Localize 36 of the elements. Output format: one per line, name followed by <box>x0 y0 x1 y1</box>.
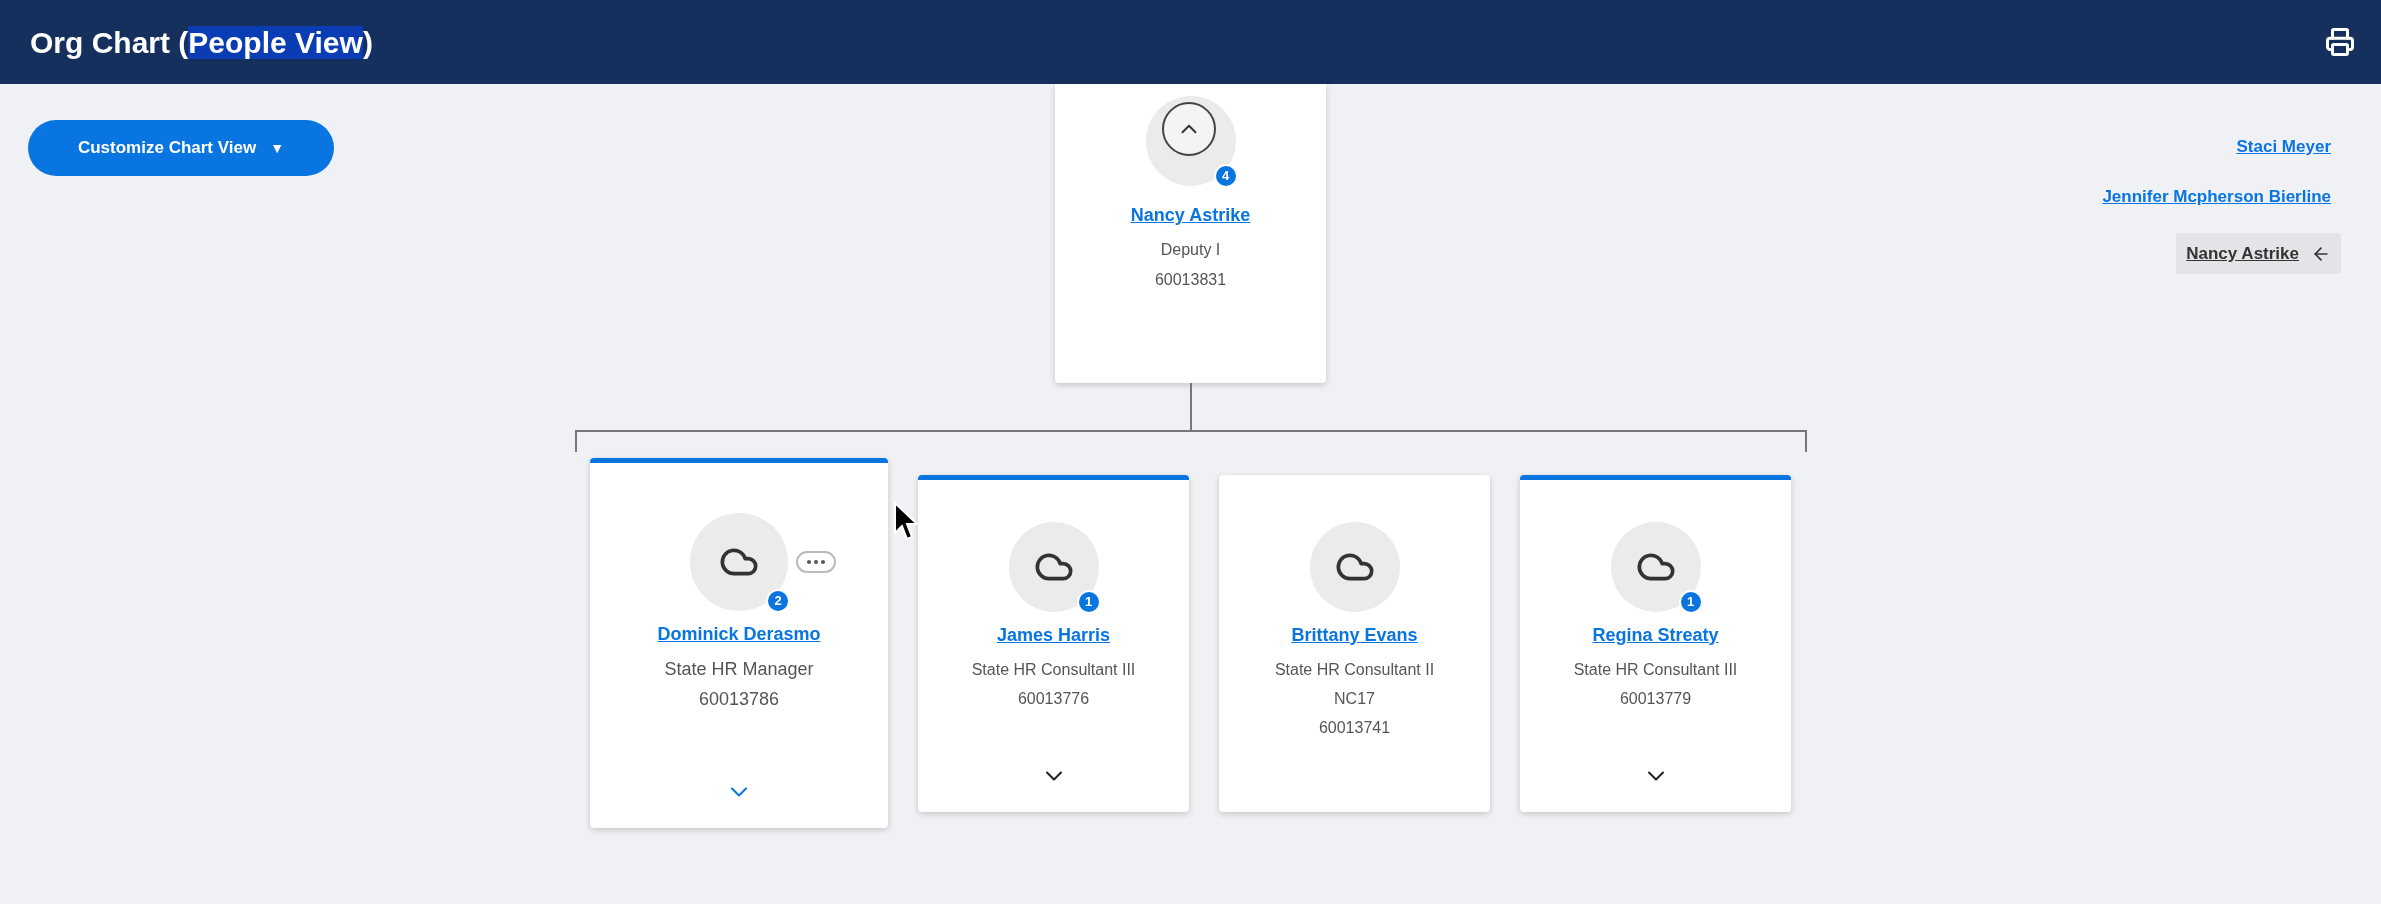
person-detail: 60013831 <box>1154 270 1227 290</box>
page-title: Org Chart (People View) <box>30 24 373 61</box>
breadcrumb-label: Nancy Astrike <box>2186 242 2299 265</box>
manager-card[interactable]: 4 Nancy Astrike Deputy I 60013831 <box>1055 84 1326 383</box>
person-detail: 60013741 <box>1318 717 1391 738</box>
person-detail: NC17 <box>1334 688 1375 709</box>
person-card[interactable]: 1 James Harris State HR Consultant III 60013776 <box>918 474 1189 812</box>
button-label: Customize Chart View <box>77 137 257 160</box>
person-detail: State HR Manager <box>664 658 814 681</box>
caret-icon: ▼ <box>270 137 285 159</box>
person-detail: State HR Consultant III <box>1573 659 1738 680</box>
person-card[interactable]: Brittany Evans State HR Consultant II NC17 60013741 <box>1219 474 1490 812</box>
ellipsis-icon <box>807 560 825 564</box>
person-name-link[interactable]: Brittany Evans <box>1291 621 1418 649</box>
customize-chart-view-button[interactable]: Customize Chart View ▼ <box>28 120 334 176</box>
print-icon <box>2325 27 2355 57</box>
person-name-link[interactable]: Regina Streaty <box>1592 621 1719 649</box>
person-detail: 60013779 <box>1619 688 1692 709</box>
breadcrumb-link[interactable]: Staci Meyer <box>2236 134 2331 160</box>
person-detail: State HR Consultant III <box>971 659 1136 680</box>
person-card[interactable]: 2 Dominick Derasmo State HR Manager 60013786 <box>590 458 888 828</box>
person-name-link[interactable]: James Harris <box>996 621 1111 649</box>
report-count-badge: 4 <box>1213 164 1238 188</box>
print-button[interactable] <box>2325 27 2355 57</box>
breadcrumb-current[interactable]: Nancy Astrike <box>2176 233 2341 274</box>
person-card[interactable]: 1 Regina Streaty State HR Consultant III 60013779 <box>1520 474 1791 812</box>
mouse-cursor-icon <box>893 501 919 543</box>
breadcrumb-link[interactable]: Jennifer Mcpherson Bierline <box>2102 183 2331 209</box>
person-detail: 60013786 <box>698 688 780 711</box>
more-button[interactable] <box>796 551 836 573</box>
report-count-badge: 2 <box>766 589 790 613</box>
person-detail: 60013776 <box>1017 688 1090 709</box>
person-name-link[interactable]: Nancy Astrike <box>1130 202 1251 229</box>
person-detail: State HR Consultant II <box>1274 659 1435 680</box>
person-detail: Deputy I <box>1160 240 1221 260</box>
person-name-link[interactable]: Dominick Derasmo <box>657 621 821 648</box>
